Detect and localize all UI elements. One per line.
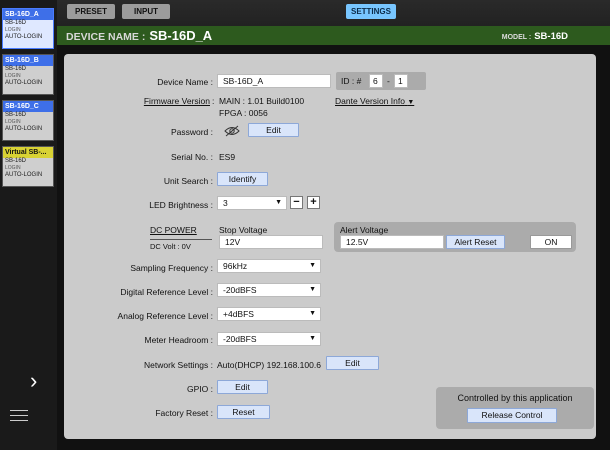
serial-no-label: Serial No. : [170,152,213,162]
chevron-down-icon: ▼ [309,286,316,293]
device-card-name: Virtual SB-... [3,147,53,158]
firmware-version-label: Firmware Version [143,96,210,106]
device-card-login: LOGIN [5,73,21,79]
controlled-status-text: Controlled by this application [457,393,573,403]
gpio-label: GPIO : [187,384,213,394]
id-field-2[interactable]: 1 [394,74,408,88]
factory-reset-label: Factory Reset : [155,408,213,418]
dante-version-info-label: Dante Version Info [335,96,405,106]
model-display: MODEL : SB-16D [502,31,568,42]
device-card-auto-login: AUTO-LOGIN [5,172,43,178]
meter-headroom-label: Meter Headroom : [144,335,214,345]
analog-reference-level-select[interactable]: +4dBFS ▼ [217,307,321,321]
device-card-auto-login: AUTO-LOGIN [5,126,43,132]
control-status-group: Controlled by this application Release C… [436,387,594,429]
chevron-down-icon: ▼ [275,199,282,206]
device-name-heading-value: SB-16D_A [149,28,213,43]
sampling-frequency-value: 96kHz [223,261,248,271]
led-decrease-button[interactable]: − [290,196,303,209]
firmware-main: MAIN : 1.01 Build0100 [219,96,305,106]
factory-reset-button[interactable]: Reset [217,405,270,419]
digital-reference-level-label: Digital Reference Level : [120,287,213,297]
sampling-frequency-select[interactable]: 96kHz ▼ [217,259,321,273]
chevron-down-icon: ▼ [407,99,415,106]
device-card-model: SB-16D [5,20,27,26]
device-card-virtual[interactable]: Virtual SB-... SB-16D LOGIN AUTO-LOGIN [2,146,54,187]
serial-no-value: ES9 [219,152,236,162]
chevron-down-icon: ▼ [309,262,316,269]
release-control-button[interactable]: Release Control [467,408,557,423]
alert-reset-button[interactable]: Alert Reset [446,235,505,249]
device-name-heading: DEVICE NAME : SB-16D_A [66,28,212,43]
dante-version-info-link[interactable]: Dante Version Info ▼ [335,96,414,106]
network-settings-label: Network Settings : [144,360,213,370]
meter-headroom-select[interactable]: -20dBFS ▼ [217,332,321,346]
firmware-fpga: FPGA : 0056 [219,108,268,118]
password-edit-button[interactable]: Edit [248,123,299,137]
device-name-bar: DEVICE NAME : SB-16D_A MODEL : SB-16D [57,26,610,45]
tab-preset[interactable]: PRESET [67,4,115,19]
device-card-model: SB-16D [5,66,27,72]
password-label: Password : [170,127,213,137]
device-card-sb-16d-b[interactable]: SB-16D_B SB-16D LOGIN AUTO-LOGIN [2,54,54,95]
firmware-colon: : [212,96,215,106]
device-card-model: SB-16D [5,112,27,118]
gpio-edit-button[interactable]: Edit [217,380,268,394]
id-separator: - [387,76,390,86]
alert-voltage-label: Alert Voltage [340,225,389,235]
device-card-auto-login: AUTO-LOGIN [5,80,43,86]
dc-power-divider [150,239,212,240]
alert-voltage-group: Alert Voltage 12.5V Alert Reset ON [334,222,576,252]
unit-search-label: Unit Search : [163,176,213,186]
dc-volt-label: DC Volt : 0V [150,242,191,251]
sampling-frequency-label: Sampling Frequency : [130,263,213,273]
network-edit-button[interactable]: Edit [326,356,379,370]
stop-voltage-field[interactable]: 12V [219,235,323,249]
tab-input[interactable]: INPUT [122,4,170,19]
digital-reference-level-select[interactable]: -20dBFS ▼ [217,283,321,297]
device-card-login: LOGIN [5,119,21,125]
tab-settings[interactable]: SETTINGS [346,4,396,19]
device-card-name: SB-16D_B [3,55,53,66]
network-settings-value: Auto(DHCP) 192.168.100.6 [217,360,321,370]
hamburger-menu-icon[interactable] [10,410,28,425]
alert-on-toggle[interactable]: ON [530,235,572,249]
chevron-right-icon[interactable]: › [30,370,37,392]
dc-power-label: DC POWER [150,225,197,235]
device-sidebar: SB-16D_A SB-16D LOGIN AUTO-LOGIN SB-16D_… [0,0,57,450]
device-name-field[interactable]: SB-16D_A [217,74,331,88]
alert-voltage-field[interactable]: 12.5V [340,235,444,249]
device-name-label: Device Name : [157,77,213,87]
chevron-down-icon: ▼ [309,310,316,317]
device-card-sb-16d-a[interactable]: SB-16D_A SB-16D LOGIN AUTO-LOGIN [2,8,54,49]
id-label: ID : # [341,76,362,86]
model-label: MODEL : [501,34,532,41]
id-field-1[interactable]: 6 [369,74,383,88]
led-brightness-select[interactable]: 3 ▼ [217,196,287,210]
led-increase-button[interactable]: + [307,196,320,209]
device-card-login: LOGIN [5,27,21,33]
device-card-name: SB-16D_C [3,101,53,112]
id-group: ID : # 6 - 1 [336,72,426,90]
device-name-heading-label: DEVICE NAME : [66,31,146,43]
device-card-name: SB-16D_A [3,9,53,20]
led-brightness-value: 3 [223,198,228,208]
device-card-auto-login: AUTO-LOGIN [5,34,43,40]
digital-reference-level-value: -20dBFS [223,285,257,295]
model-value: SB-16D [534,31,568,42]
device-card-login: LOGIN [5,165,21,171]
device-card-model: SB-16D [5,158,27,164]
led-brightness-label: LED Brightness : [149,200,213,210]
settings-panel: Device Name : SB-16D_A ID : # 6 - 1 Firm… [64,54,596,439]
analog-reference-level-value: +4dBFS [223,309,254,319]
analog-reference-level-label: Analog Reference Level : [117,311,213,321]
chevron-down-icon: ▼ [309,335,316,342]
stop-voltage-label: Stop Voltage [219,225,268,235]
meter-headroom-value: -20dBFS [223,334,257,344]
identify-button[interactable]: Identify [217,172,268,186]
device-card-sb-16d-c[interactable]: SB-16D_C SB-16D LOGIN AUTO-LOGIN [2,100,54,141]
eye-hidden-icon[interactable] [224,124,240,138]
